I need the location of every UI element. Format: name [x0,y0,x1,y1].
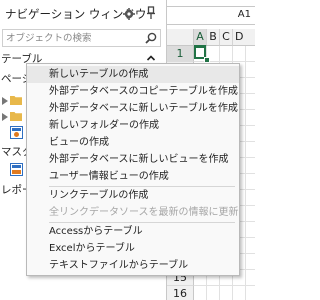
menu-item-new-linked-table[interactable]: リンクテーブルの作成 [27,187,239,204]
menu-item-copy-external-table[interactable]: 外部データベースのコピーテーブルを作成 [27,83,239,100]
search-box [2,29,161,47]
menu-item-label: 外部データベースに新しいビューを作成 [49,154,229,165]
menu-item-label: Accessからテーブル [49,226,143,237]
page-object-icon[interactable] [10,126,23,139]
menu-item-label: 全リンクデータソースを最新の情報に更新 [49,207,239,218]
row-header[interactable]: 16 [167,286,194,300]
tree-folder-item[interactable] [2,94,22,108]
search-input[interactable] [3,30,144,46]
menu-item-new-external-table[interactable]: 外部データベースに新しいテーブルを作成 [27,100,239,117]
search-icon[interactable] [145,32,157,44]
menu-item-table-from-text-file[interactable]: テキストファイルからテーブル [27,257,239,274]
menu-item-table-from-access[interactable]: Accessからテーブル [27,223,239,240]
menu-item-label: Excelからテーブル [49,243,135,254]
menu-item-user-info-view[interactable]: ユーザー情報ビューの作成 [27,168,239,185]
pin-icon[interactable] [145,6,157,20]
column-header[interactable]: A [194,29,207,47]
menu-item-new-external-view[interactable]: 外部データベースに新しいビューを作成 [27,151,239,168]
name-box-value: A1 [237,9,251,20]
column-header[interactable]: C [220,29,233,46]
chevron-up-icon [146,55,156,61]
select-all-corner[interactable] [167,29,194,46]
menu-item-label: 新しいフォルダーの作成 [49,120,159,131]
nav-pane-header: ナビゲーション ウィンドウ [0,0,166,28]
column-header[interactable]: B [207,29,220,46]
tree-folder-item[interactable] [2,110,22,124]
context-menu: 新しいテーブルの作成 外部データベースのコピーテーブルを作成 外部データベースに… [26,63,240,276]
column-header[interactable]: D [233,29,255,46]
menu-item-new-table[interactable]: 新しいテーブルの作成 [27,66,239,83]
menu-item-label: 外部データベースのコピーテーブルを作成 [49,86,238,97]
master-object-icon[interactable] [10,163,23,176]
menu-item-table-from-excel[interactable]: Excelからテーブル [27,240,239,257]
folder-icon [10,112,22,121]
menu-item-label: 外部データベースに新しいテーブルを作成 [49,103,238,114]
menu-item-label: ビューの作成 [49,137,109,148]
menu-item-new-folder[interactable]: 新しいフォルダーの作成 [27,117,239,134]
menu-item-label: リンクテーブルの作成 [49,190,149,201]
menu-item-refresh-linked-sources: 全リンクデータソースを最新の情報に更新 [27,204,239,221]
expand-arrow-icon[interactable] [2,97,8,105]
menu-item-label: テキストファイルからテーブル [49,260,189,271]
expand-arrow-icon[interactable] [2,113,8,121]
name-box[interactable]: A1 [167,6,255,25]
menu-item-label: 新しいテーブルの作成 [49,69,149,80]
menu-item-new-view[interactable]: ビューの作成 [27,134,239,151]
folder-icon [10,96,22,105]
row-header[interactable]: 1 [167,46,194,62]
gear-icon[interactable] [123,8,135,20]
menu-item-label: ユーザー情報ビューの作成 [49,171,169,182]
